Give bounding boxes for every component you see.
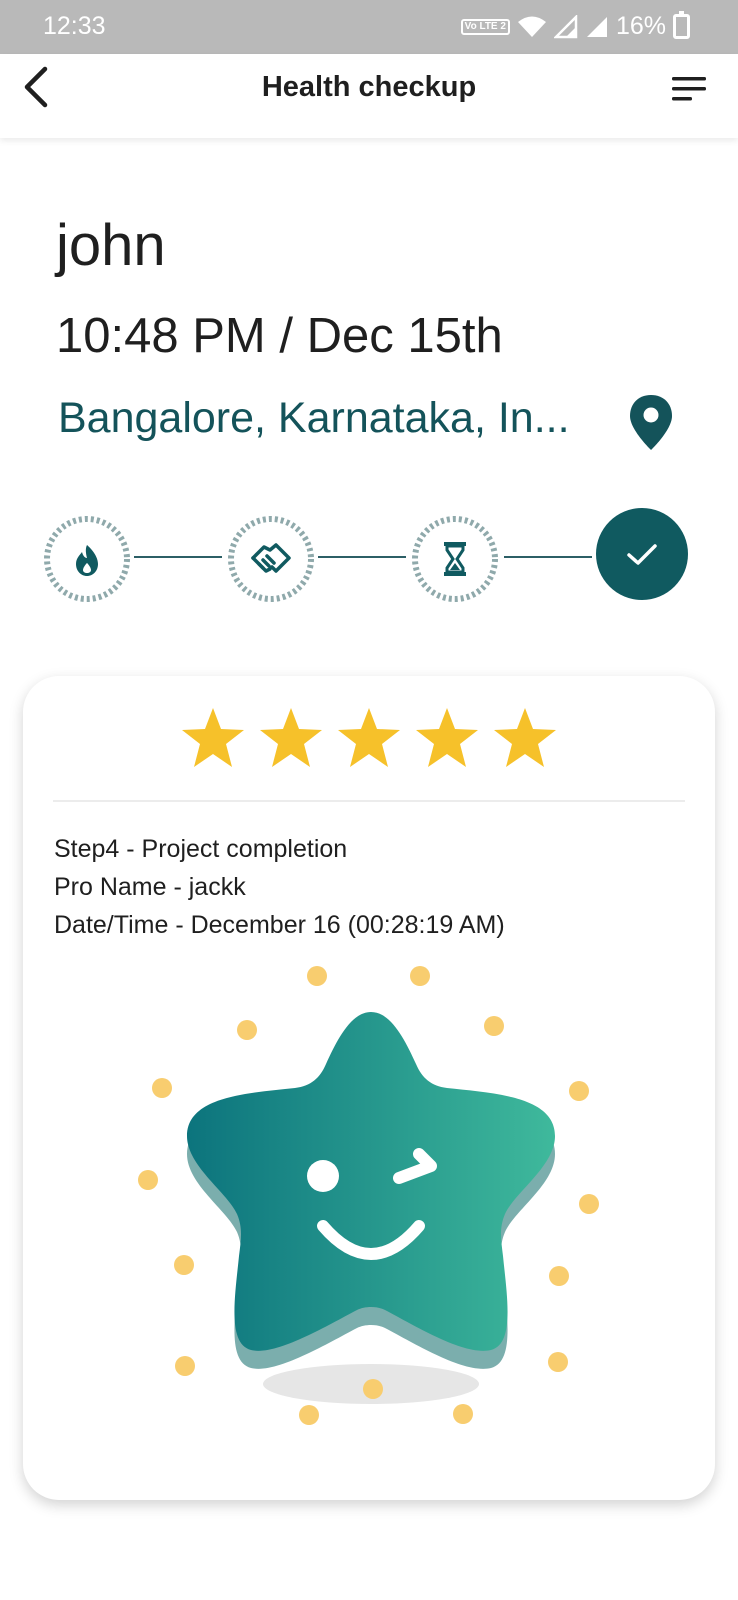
- divider: [53, 800, 685, 802]
- hourglass-icon: [444, 542, 466, 576]
- menu-button[interactable]: [668, 72, 712, 106]
- step-1[interactable]: [42, 514, 132, 604]
- status-time: 12:33: [43, 12, 106, 40]
- star-icon[interactable]: [180, 706, 246, 770]
- step-3[interactable]: [410, 514, 500, 604]
- customer-name: john: [56, 213, 166, 278]
- progress-stepper: [40, 506, 700, 602]
- signal-icon: [553, 14, 578, 38]
- check-icon: [627, 544, 657, 565]
- step-info: Step4 - Project completion: [54, 835, 348, 863]
- step-connector: [504, 556, 592, 558]
- booking-location: Bangalore, Karnataka, In...: [58, 394, 570, 442]
- step-2[interactable]: [226, 514, 316, 604]
- location-button[interactable]: [624, 392, 678, 454]
- menu-icon: [672, 77, 706, 101]
- app-bar: Health checkup: [0, 54, 738, 138]
- winking-star-illustration: [138, 966, 599, 1425]
- step-connector: [318, 556, 406, 558]
- pro-name-info: Pro Name - jackk: [54, 873, 246, 901]
- completion-details: Step4 - Project completion Pro Name - ja…: [54, 830, 505, 944]
- battery-percent: 16%: [615, 12, 666, 40]
- step-connector: [134, 556, 222, 558]
- page-title: Health checkup: [261, 71, 477, 103]
- status-bar: 12:33 Vo LTE 2 16%: [0, 0, 738, 54]
- star-icon[interactable]: [414, 706, 480, 770]
- step-4-current[interactable]: [596, 508, 688, 600]
- map-pin-icon: [630, 395, 672, 450]
- booking-datetime: 10:48 PM / Dec 15th: [56, 309, 503, 363]
- star-rating[interactable]: [23, 706, 715, 770]
- flame-icon: [76, 545, 98, 576]
- battery-icon: [673, 11, 690, 39]
- signal-icon-2: [586, 16, 607, 37]
- star-icon[interactable]: [258, 706, 324, 770]
- completion-card: Step4 - Project completion Pro Name - ja…: [23, 676, 715, 1500]
- status-icons: Vo LTE 2 16%: [460, 11, 690, 41]
- star-icon[interactable]: [492, 706, 558, 770]
- datetime-info: Date/Time - December 16 (00:28:19 AM): [54, 911, 505, 939]
- volte-badge: Vo LTE 2: [460, 18, 510, 35]
- star-icon[interactable]: [336, 706, 402, 770]
- handshake-icon: [251, 543, 291, 573]
- wifi-icon: [517, 16, 546, 37]
